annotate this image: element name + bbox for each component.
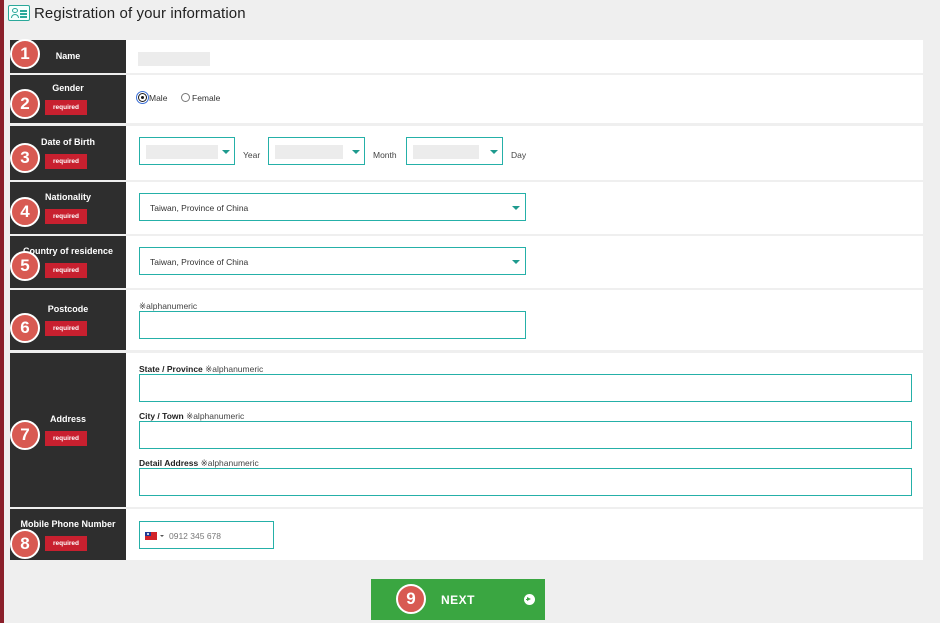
male-label[interactable]: Male bbox=[149, 93, 167, 103]
required-badge: required bbox=[44, 321, 87, 336]
required-badge: required bbox=[44, 431, 87, 446]
nationality-value: Taiwan, Province of China bbox=[150, 203, 249, 213]
row-gender: Gender required Male Female bbox=[10, 75, 923, 123]
year-label: Year bbox=[243, 150, 261, 160]
nationality-select[interactable]: Taiwan, Province of China bbox=[139, 193, 526, 221]
profile-card-icon bbox=[8, 5, 30, 21]
chevron-down-icon bbox=[222, 150, 230, 154]
day-select[interactable] bbox=[406, 137, 503, 165]
step-badge-1: 1 bbox=[10, 39, 40, 69]
row-postcode: Postcode required ※alphanumeric bbox=[10, 290, 923, 350]
step-badge-4: 4 bbox=[10, 197, 40, 227]
required-badge: required bbox=[44, 209, 87, 224]
step-badge-3: 3 bbox=[10, 143, 40, 173]
step-badge-6: 6 bbox=[10, 313, 40, 343]
step-badge-8: 8 bbox=[10, 529, 40, 559]
name-value bbox=[138, 52, 210, 66]
female-label[interactable]: Female bbox=[192, 93, 220, 103]
phone-input[interactable]: 0912 345 678 bbox=[139, 521, 274, 549]
page-header: Registration of your information bbox=[8, 3, 246, 23]
label-residence: Country of residence bbox=[22, 246, 114, 256]
label-name: Name bbox=[55, 51, 81, 61]
row-address: Address required State / Province ※alpha… bbox=[10, 353, 923, 507]
phone-placeholder: 0912 345 678 bbox=[169, 531, 221, 541]
row-phone: Mobile Phone Number required 0912 345 67… bbox=[10, 509, 923, 560]
chevron-down-icon[interactable] bbox=[160, 535, 164, 537]
month-label: Month bbox=[373, 150, 397, 160]
required-badge: required bbox=[44, 263, 87, 278]
female-radio[interactable] bbox=[181, 93, 190, 102]
chevron-down-icon bbox=[512, 260, 520, 264]
label-nationality: Nationality bbox=[44, 192, 91, 202]
next-label: NEXT bbox=[440, 592, 475, 607]
detail-address-input[interactable] bbox=[139, 468, 912, 496]
day-label: Day bbox=[511, 150, 527, 160]
left-edge-bar bbox=[0, 0, 4, 623]
chevron-down-icon bbox=[512, 206, 520, 210]
row-dob: Date of Birth required Year Month Day bbox=[10, 126, 923, 180]
label-dob: Date of Birth bbox=[41, 137, 95, 147]
step-badge-2: 2 bbox=[10, 89, 40, 119]
row-name: Name bbox=[10, 40, 923, 73]
arrow-circle-right-icon bbox=[524, 594, 535, 605]
city-input[interactable] bbox=[139, 421, 912, 449]
step-badge-5: 5 bbox=[10, 251, 40, 281]
chevron-down-icon bbox=[490, 150, 498, 154]
label-gender: Gender bbox=[52, 83, 84, 93]
label-phone: Mobile Phone Number bbox=[20, 518, 116, 529]
row-residence: Country of residence required Taiwan, Pr… bbox=[10, 236, 923, 288]
month-select[interactable] bbox=[268, 137, 365, 165]
label-postcode: Postcode bbox=[47, 304, 89, 314]
taiwan-flag-icon[interactable] bbox=[145, 532, 157, 540]
residence-value: Taiwan, Province of China bbox=[150, 257, 249, 267]
label-address: Address bbox=[49, 414, 86, 424]
residence-select[interactable]: Taiwan, Province of China bbox=[139, 247, 526, 275]
step-badge-9: 9 bbox=[396, 584, 426, 614]
required-badge: required bbox=[44, 535, 87, 551]
page-title: Registration of your information bbox=[34, 4, 246, 22]
chevron-down-icon bbox=[352, 150, 360, 154]
state-input[interactable] bbox=[139, 374, 912, 402]
postcode-input[interactable] bbox=[139, 311, 526, 339]
year-select[interactable] bbox=[139, 137, 235, 165]
required-badge: required bbox=[44, 154, 87, 169]
row-nationality: Nationality required Taiwan, Province of… bbox=[10, 182, 923, 234]
required-badge: required bbox=[44, 100, 87, 115]
step-badge-7: 7 bbox=[10, 420, 40, 450]
male-radio[interactable] bbox=[138, 93, 147, 102]
